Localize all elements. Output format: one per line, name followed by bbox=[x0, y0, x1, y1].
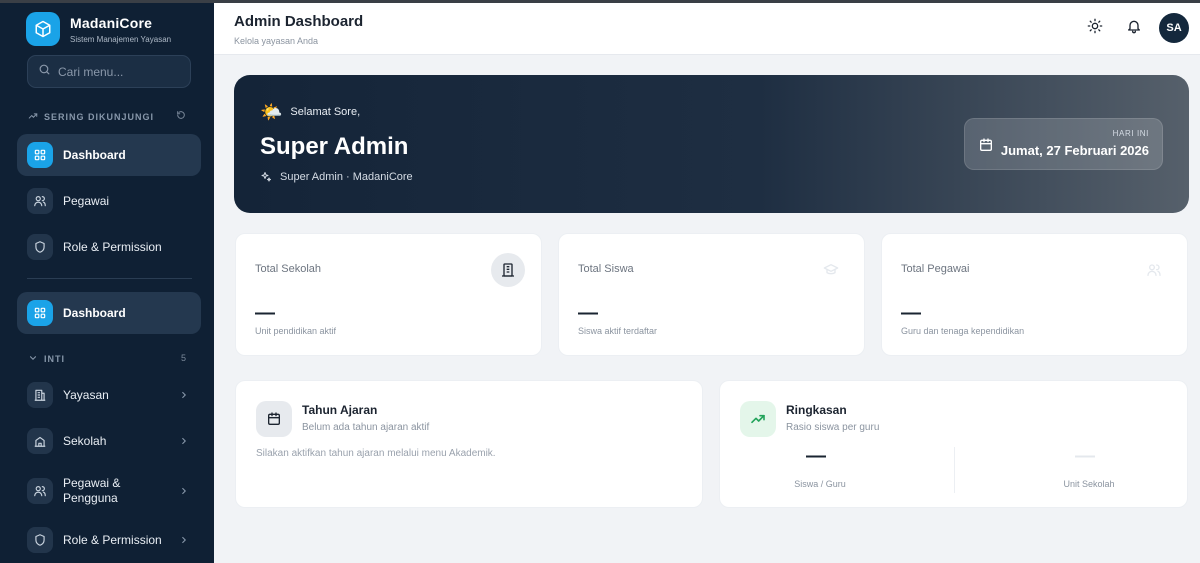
welcome-banner: 🌤️ Selamat Sore, Super Admin Super Admin… bbox=[234, 75, 1189, 213]
chevron-right-icon bbox=[179, 390, 189, 400]
school-icon bbox=[27, 428, 53, 454]
sidebar-item-sekolah[interactable]: Sekolah bbox=[17, 420, 201, 462]
avatar[interactable]: SA bbox=[1159, 13, 1189, 43]
inti-section-count: 5 bbox=[180, 353, 186, 363]
stat-card-total-siswa: Total Siswa — Siswa aktif terdaftar bbox=[558, 233, 865, 356]
sidebar-item-pegawai[interactable]: Pegawai bbox=[17, 180, 201, 222]
greeting: 🌤️ Selamat Sore, bbox=[260, 102, 361, 122]
grid-icon bbox=[27, 142, 53, 168]
users-icon bbox=[27, 478, 53, 504]
window-top-strip bbox=[0, 0, 1200, 3]
stat-value: — bbox=[578, 302, 598, 324]
shield-icon bbox=[27, 234, 53, 260]
notifications-button[interactable] bbox=[1123, 17, 1145, 39]
search-icon bbox=[38, 63, 51, 81]
summary-subtitle: Rasio siswa per guru bbox=[786, 422, 880, 433]
stat-card-total-pegawai: Total Pegawai — Guru dan tenaga kependid… bbox=[881, 233, 1188, 356]
sidebar-item-label: Dashboard bbox=[63, 305, 126, 320]
metric-label-siswa-guru: Siswa / Guru bbox=[794, 479, 846, 489]
search-box bbox=[27, 55, 191, 88]
users-icon bbox=[1137, 253, 1171, 287]
summary-title: Ringkasan bbox=[786, 403, 847, 417]
trending-icon bbox=[28, 111, 38, 123]
sidebar-item-pegawai-pengguna[interactable]: Pegawai & Pengguna bbox=[17, 468, 201, 514]
brand-subtitle: Sistem Manajemen Yayasan bbox=[70, 34, 172, 44]
page-subtitle: Kelola yayasan Anda bbox=[234, 36, 319, 46]
chevron-right-icon bbox=[179, 535, 189, 545]
building-icon bbox=[27, 382, 53, 408]
stat-card-total-sekolah: Total Sekolah — Unit pendidikan aktif bbox=[235, 233, 542, 356]
sidebar-divider bbox=[27, 278, 192, 279]
sidebar-item-label: Yayasan bbox=[63, 387, 109, 402]
page-title: Admin Dashboard bbox=[234, 13, 364, 30]
date-label: HARI INI bbox=[1112, 129, 1149, 138]
stat-title: Total Siswa bbox=[578, 263, 634, 275]
academic-year-subtitle: Belum ada tahun ajaran aktif bbox=[302, 422, 430, 433]
summary-card: Ringkasan Rasio siswa per guru — Siswa /… bbox=[719, 380, 1188, 508]
calendar-icon bbox=[256, 401, 292, 437]
sidebar-item-dashboard[interactable]: Dashboard bbox=[17, 292, 201, 334]
brand-title: MadaniCore bbox=[70, 14, 153, 31]
sparkles-icon bbox=[261, 172, 271, 182]
theme-toggle-button[interactable] bbox=[1084, 17, 1106, 39]
academic-year-card: Tahun Ajaran Belum ada tahun ajaran akti… bbox=[235, 380, 703, 508]
inti-section-label[interactable]: INTI bbox=[28, 353, 65, 365]
today-date-box: HARI INI Jumat, 27 Februari 2026 bbox=[964, 118, 1163, 170]
chevron-down-icon bbox=[28, 353, 38, 365]
stat-title: Total Pegawai bbox=[901, 263, 970, 275]
top-header: Admin Dashboard Kelola yayasan Anda SA bbox=[214, 3, 1200, 55]
trending-up-icon bbox=[740, 401, 776, 437]
sidebar-item-dashboard-frequent[interactable]: Dashboard bbox=[17, 134, 201, 176]
sun-behind-cloud-icon: 🌤️ bbox=[260, 102, 283, 122]
stat-value: — bbox=[901, 302, 921, 324]
date-value: Jumat, 27 Februari 2026 bbox=[1000, 143, 1149, 158]
sidebar-item-label: Role & Permission bbox=[63, 532, 162, 547]
frequent-section-label: SERING DIKUNJUNGI bbox=[28, 111, 154, 123]
academic-year-title: Tahun Ajaran bbox=[302, 403, 378, 417]
refresh-icon[interactable] bbox=[176, 110, 186, 122]
metric-divider bbox=[954, 447, 955, 493]
graduation-cap-icon bbox=[814, 253, 848, 287]
metric-value-unit-sekolah: — bbox=[1075, 445, 1095, 467]
sidebar-item-role-permission-frequent[interactable]: Role & Permission bbox=[17, 226, 201, 268]
academic-year-message: Silakan aktifkan tahun ajaran melalui me… bbox=[256, 448, 496, 459]
sidebar-item-label: Pegawai bbox=[63, 193, 110, 208]
sidebar-item-label: Role & Permission bbox=[63, 239, 162, 254]
user-name: Super Admin bbox=[260, 133, 409, 160]
metric-label-unit-sekolah: Unit Sekolah bbox=[1063, 479, 1115, 489]
stat-desc: Unit pendidikan aktif bbox=[255, 326, 337, 336]
sidebar-item-label: Dashboard bbox=[63, 147, 126, 162]
sun-icon bbox=[1087, 18, 1103, 39]
users-icon bbox=[27, 188, 53, 214]
sidebar-item-yayasan[interactable]: Yayasan bbox=[17, 374, 201, 416]
building-icon bbox=[491, 253, 525, 287]
stat-value: — bbox=[255, 302, 275, 324]
chevron-right-icon bbox=[179, 486, 189, 496]
sidebar-item-label: Sekolah bbox=[63, 433, 107, 448]
sidebar-item-role-permission[interactable]: Role & Permission bbox=[17, 519, 201, 561]
stat-desc: Siswa aktif terdaftar bbox=[578, 326, 658, 336]
search-input[interactable] bbox=[58, 64, 178, 79]
metric-value-siswa-guru: — bbox=[806, 445, 826, 467]
stat-desc: Guru dan tenaga kependidikan bbox=[901, 326, 1025, 336]
grid-icon bbox=[27, 300, 53, 326]
stat-title: Total Sekolah bbox=[255, 263, 322, 275]
calendar-icon bbox=[978, 137, 994, 158]
user-role-line: Super Admin · MadaniCore bbox=[260, 171, 413, 183]
shield-icon bbox=[27, 527, 53, 553]
cube-logo-icon bbox=[26, 12, 60, 46]
bell-icon bbox=[1126, 18, 1142, 39]
brand[interactable]: MadaniCore Sistem Manajemen Yayasan bbox=[26, 12, 171, 46]
sidebar-item-label: Pegawai & Pengguna bbox=[63, 476, 121, 505]
sidebar: MadaniCore Sistem Manajemen Yayasan SERI… bbox=[0, 0, 214, 563]
chevron-right-icon bbox=[179, 436, 189, 446]
